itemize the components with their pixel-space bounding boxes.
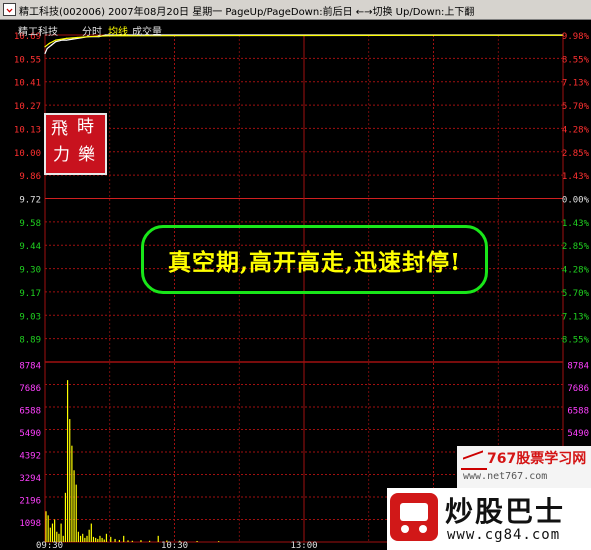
average-point — [55, 39, 57, 41]
percent-tick-label: 0.00% — [562, 196, 590, 206]
volume-tick-label: 8784 — [19, 362, 41, 372]
percent-tick-label: 2.85% — [562, 242, 590, 252]
time-tick-label: 13:00 — [290, 541, 317, 550]
watermark-767: 767股票学习网 www.net767.com — [457, 446, 591, 488]
time-tick-label: 10:30 — [161, 541, 188, 550]
stamp-char: 力 — [53, 145, 70, 165]
price-point — [48, 46, 50, 48]
volume-tick-label: 7686 — [19, 384, 41, 394]
average-point — [44, 46, 46, 48]
price-tick-label: 10.13 — [14, 125, 41, 135]
volume-tick-label: 2196 — [19, 497, 41, 507]
price-tick-label: 9.17 — [19, 289, 41, 299]
legend-vol-label: 成交量 — [132, 27, 162, 38]
percent-tick-label: 5.70% — [562, 289, 590, 299]
price-tick-label: 9.44 — [19, 242, 41, 252]
watermark-cg84-url: www.cg84.com — [447, 527, 561, 543]
stamp-char: 樂 — [78, 145, 95, 165]
volume-tick-label: 5490 — [567, 429, 589, 439]
percent-tick-label: 8.55% — [562, 55, 590, 65]
percent-tick-label: 1.43% — [562, 172, 590, 182]
average-point — [76, 36, 78, 39]
volume-tick-label: 7686 — [567, 384, 589, 394]
trend-icon — [461, 450, 487, 470]
price-tick-label: 10.55 — [14, 55, 41, 65]
price-tick-label: 9.58 — [19, 219, 41, 229]
percent-tick-label: 4.28% — [562, 266, 590, 276]
percent-tick-label: 2.85% — [562, 149, 590, 159]
volume-tick-label: 6588 — [19, 407, 41, 417]
average-point — [303, 34, 305, 37]
price-tick-label: 10.00 — [14, 149, 41, 159]
annotation-banner: 真空期,高开高走,迅速封停! — [141, 225, 488, 294]
percent-tick-label: 7.13% — [562, 79, 590, 89]
bus-icon — [390, 493, 438, 541]
price-tick-label: 8.89 — [19, 336, 41, 346]
percent-tick-label: 5.70% — [562, 102, 590, 112]
watermark-767-title: 767股票学习网 — [487, 451, 587, 467]
price-tick-label: 10.41 — [14, 79, 41, 89]
price-point — [65, 39, 68, 41]
average-point — [432, 34, 435, 36]
percent-tick-label: 8.55% — [562, 336, 590, 346]
percent-tick-label: 1.43% — [562, 219, 590, 229]
time-tick-label: 09:30 — [36, 541, 63, 550]
volume-tick-label: 8784 — [567, 362, 589, 372]
watermark-cg84-title: 炒股巴士 — [445, 495, 566, 528]
price-tick-label: 9.86 — [19, 172, 41, 182]
price-point — [53, 42, 55, 45]
volume-tick-label: 5490 — [19, 429, 41, 439]
volume-tick-label: 6588 — [567, 407, 589, 417]
price-point — [50, 44, 53, 46]
percent-tick-label: 7.13% — [562, 312, 590, 322]
price-tick-label: 9.03 — [19, 312, 41, 322]
mode-label: 分时 — [82, 27, 102, 38]
price-tick-label: 9.30 — [19, 266, 41, 276]
volume-tick-label: 4392 — [19, 452, 41, 462]
price-tick-label: 9.72 — [19, 196, 41, 206]
legend-avg-label: 均线 — [108, 27, 128, 38]
average-point — [65, 37, 68, 39]
price-point — [46, 47, 48, 50]
watermark-cg84: 炒股巴士 www.cg84.com — [387, 488, 591, 550]
average-point — [48, 42, 50, 45]
price-point — [44, 52, 46, 55]
stamp-char: 飛 — [51, 119, 68, 139]
watermark-767-url: www.net767.com — [463, 471, 548, 482]
price-tick-label: 10.27 — [14, 102, 41, 112]
volume-tick-label: 1098 — [19, 519, 41, 529]
annotation-banner-text: 真空期,高开高走,迅速封停! — [167, 248, 462, 276]
volume-tick-label: 3294 — [19, 474, 41, 484]
average-point — [173, 35, 176, 37]
price-point — [55, 41, 57, 43]
percent-tick-label: 4.28% — [562, 125, 590, 135]
percent-tick-label: 9.98% — [562, 32, 590, 42]
stock-name-label: 精工科技 — [18, 27, 58, 38]
stamp-char: 時 — [77, 117, 94, 137]
seal-stamp: 飛 時 力 樂 — [44, 113, 107, 175]
